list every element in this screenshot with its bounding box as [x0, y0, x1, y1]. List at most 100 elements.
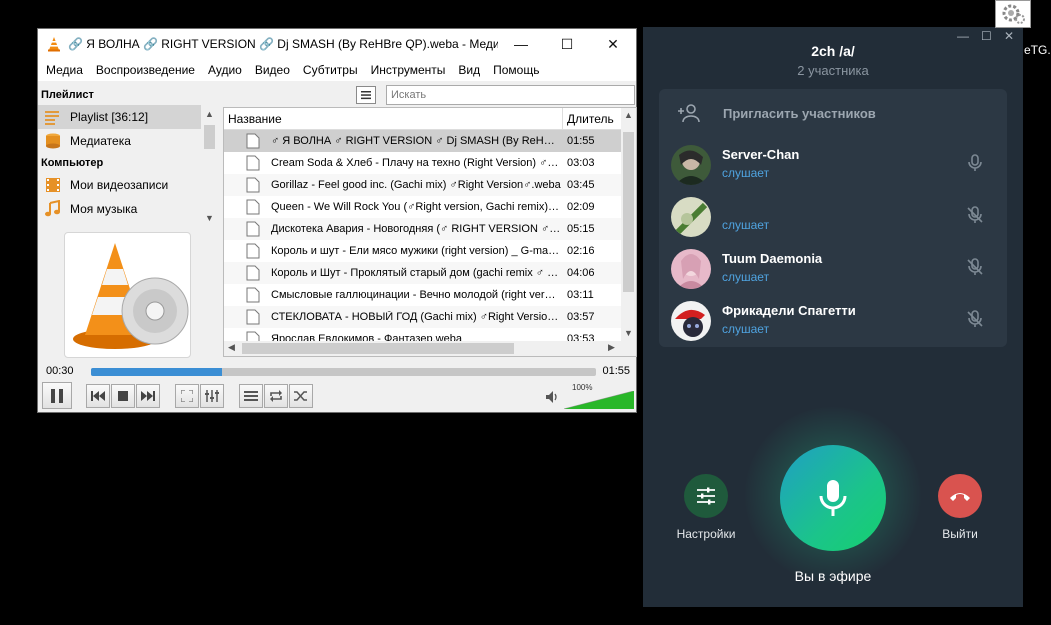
table-row[interactable]: Король и Шут - Проклятый старый дом (gac… — [224, 262, 636, 284]
shuffle-icon — [294, 391, 307, 401]
desktop-shortcut[interactable] — [995, 0, 1031, 28]
chevron-up-icon[interactable]: ▲ — [205, 109, 214, 119]
equalizer-icon — [205, 390, 219, 402]
skip-back-icon — [91, 391, 105, 401]
stop-icon — [118, 391, 128, 401]
sidebar-item-videos[interactable]: Мои видеозаписи — [38, 173, 218, 197]
microphone-muted-icon — [967, 310, 983, 327]
sidebar-item-playlist[interactable]: Playlist [36:12] — [38, 105, 201, 129]
playlist-view-toggle[interactable] — [356, 86, 376, 104]
chat-title: 2ch /a/ — [811, 43, 855, 59]
chevron-left-icon[interactable]: ◀ — [228, 342, 235, 353]
participant-row[interactable]: Фрикадели Спагетти слушает — [671, 299, 1001, 341]
hang-up-icon — [950, 493, 970, 501]
file-icon — [246, 243, 260, 259]
participant-count: 2 участника — [797, 63, 869, 78]
table-row[interactable]: Дискотека Авария - Новогодняя (♂ RIGHT V… — [224, 218, 636, 240]
seek-slider[interactable] — [91, 368, 596, 376]
shuffle-button[interactable] — [289, 384, 313, 408]
track-duration: 03:11 — [567, 289, 594, 301]
scroll-thumb[interactable] — [204, 125, 215, 149]
column-name[interactable]: Название — [224, 108, 563, 130]
menu-video[interactable]: Видео — [255, 63, 290, 77]
chevron-down-icon[interactable]: ▼ — [205, 213, 214, 223]
participant-status: слушает — [722, 322, 770, 336]
chevron-down-icon[interactable]: ▼ — [624, 328, 633, 338]
invite-participants-button[interactable]: Пригласить участников — [677, 103, 876, 123]
scroll-thumb[interactable] — [242, 343, 514, 354]
music-note-icon — [45, 200, 60, 217]
sidebar-scrollbar[interactable]: ▲ ▼ — [202, 107, 217, 227]
participant-row[interactable]: слушает — [671, 195, 1001, 237]
participant-row[interactable]: Server-Chan слушает — [671, 143, 1001, 185]
menu-help[interactable]: Помощь — [493, 63, 539, 77]
playback-controls: 100% — [38, 382, 636, 412]
menu-view[interactable]: Вид — [458, 63, 480, 77]
sidebar-item-library[interactable]: Медиатека — [38, 129, 218, 153]
chevron-up-icon[interactable]: ▲ — [624, 110, 633, 120]
menu-subtitles[interactable]: Субтитры — [303, 63, 358, 77]
minimize-button[interactable]: — — [498, 29, 544, 59]
chevron-right-icon[interactable]: ▶ — [608, 342, 615, 353]
table-row[interactable]: Король и шут - Ели мясо мужики (right ve… — [224, 240, 636, 262]
volume-control[interactable]: 100% — [546, 383, 634, 409]
vlc-titlebar[interactable]: 🔗 Я ВОЛНА 🔗 RIGHT VERSION 🔗 Dj SMASH (By… — [38, 29, 636, 59]
leave-button[interactable] — [938, 474, 982, 518]
playlist-table: Название Длитель ♂ Я ВОЛНА ♂ RIGHT VERSI… — [223, 107, 637, 357]
table-row[interactable]: Смысловые галлюцинации - Вечно молодой (… — [224, 284, 636, 306]
leave-label: Выйти — [942, 527, 978, 541]
skip-forward-icon — [141, 391, 155, 401]
menu-media[interactable]: Медиа — [46, 63, 83, 77]
playlist-button[interactable] — [239, 384, 263, 408]
sidebar-item-music[interactable]: Моя музыка — [38, 197, 218, 221]
close-button[interactable]: ✕ — [590, 29, 636, 59]
track-name: СТЕКЛОВАТА - НОВЫЙ ГОД (Gachi mix) ♂Righ… — [271, 311, 561, 323]
close-button[interactable]: ✕ — [1004, 29, 1014, 43]
participant-name: Фрикадели Спагетти — [722, 303, 856, 318]
extended-settings-button[interactable] — [200, 384, 224, 408]
search-input[interactable]: Искать — [386, 85, 635, 105]
sidebar-item-label: Playlist [36:12] — [70, 110, 149, 124]
pause-button[interactable] — [42, 382, 72, 409]
playlist-vertical-scrollbar[interactable]: ▲ ▼ — [621, 108, 636, 342]
maximize-button[interactable]: ☐ — [544, 29, 590, 59]
track-duration: 02:16 — [567, 245, 595, 257]
track-duration: 04:06 — [567, 267, 595, 279]
table-row[interactable]: Gorillaz - Feel good inc. (Gachi mix) ♂R… — [224, 174, 636, 196]
next-button[interactable] — [136, 384, 160, 408]
participant-row[interactable]: Tuum Daemonia слушает — [671, 247, 1001, 289]
fullscreen-button[interactable] — [175, 384, 199, 408]
speaker-icon — [546, 391, 557, 403]
maximize-button[interactable]: ☐ — [981, 29, 992, 43]
participant-status: слушает — [722, 166, 770, 180]
stop-button[interactable] — [111, 384, 135, 408]
participants-panel: Пригласить участников Server-Chan слушае… — [659, 89, 1007, 347]
previous-button[interactable] — [86, 384, 110, 408]
loop-button[interactable] — [264, 384, 288, 408]
volume-slider[interactable] — [564, 391, 634, 409]
file-icon — [246, 199, 260, 215]
table-row[interactable]: Queen - We Will Rock You (♂Right version… — [224, 196, 636, 218]
sidebar-item-label: Моя музыка — [70, 202, 138, 216]
minimize-button[interactable]: — — [957, 29, 969, 43]
table-row[interactable]: ♂ Я ВОЛНА ♂ RIGHT VERSION ♂ Dj SMASH (By… — [224, 130, 636, 152]
settings-label: Настройки — [676, 527, 736, 541]
table-row[interactable]: Cream Soda & Хлеб - Плачу на техно (Righ… — [224, 152, 636, 174]
microphone-toggle-button[interactable] — [780, 445, 886, 551]
desktop-shortcut-label[interactable]: eTG... — [1024, 43, 1051, 57]
menu-playback[interactable]: Воспроизведение — [96, 63, 195, 77]
settings-button[interactable] — [684, 474, 728, 518]
participant-status: слушает — [722, 270, 770, 284]
menu-tools[interactable]: Инструменты — [371, 63, 446, 77]
column-duration[interactable]: Длитель — [563, 108, 614, 130]
playlist-horizontal-scrollbar[interactable]: ◀ ▶ — [224, 341, 636, 356]
table-row[interactable]: СТЕКЛОВАТА - НОВЫЙ ГОД (Gachi mix) ♂Righ… — [224, 306, 636, 328]
file-icon — [246, 221, 260, 237]
menu-audio[interactable]: Аудио — [208, 63, 242, 77]
vlc-window-title: 🔗 Я ВОЛНА 🔗 RIGHT VERSION 🔗 Dj SMASH (By… — [68, 37, 498, 51]
track-name: ♂ Я ВОЛНА ♂ RIGHT VERSION ♂ Dj SMASH (By… — [271, 135, 561, 147]
playlist-icon — [45, 111, 59, 125]
invite-label: Пригласить участников — [723, 105, 876, 121]
seek-progress — [91, 368, 223, 376]
scroll-thumb[interactable] — [623, 132, 634, 292]
